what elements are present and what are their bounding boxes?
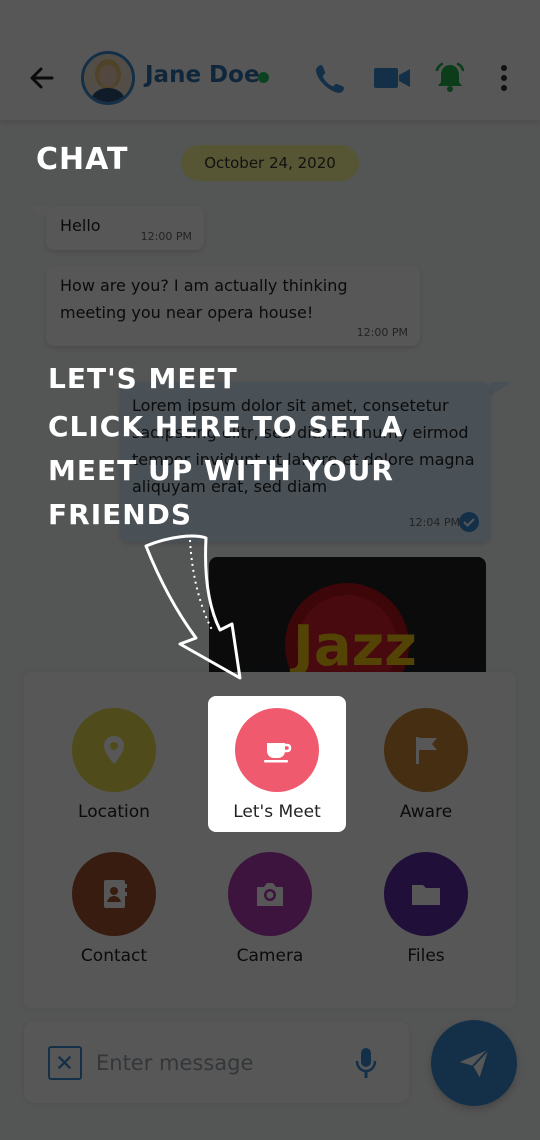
option-label: Aware — [399, 802, 453, 822]
option-files[interactable]: Files — [358, 852, 494, 988]
camera-icon — [257, 883, 283, 906]
option-circle — [72, 708, 156, 792]
close-icon — [57, 1055, 72, 1070]
option-aware[interactable]: Aware — [358, 708, 494, 844]
online-status-dot — [258, 72, 269, 83]
option-circle — [384, 708, 468, 792]
bell-icon — [435, 62, 465, 92]
option-circle — [72, 852, 156, 936]
folder-icon — [412, 885, 440, 905]
more-options-button[interactable] — [486, 60, 522, 96]
option-contact[interactable]: Contact — [46, 852, 182, 988]
bubble-tail — [490, 382, 512, 396]
microphone-icon — [355, 1048, 377, 1078]
phone-icon — [316, 65, 344, 93]
call-button[interactable] — [312, 60, 348, 96]
message-bubble[interactable]: How are you? I am actually thinking meet… — [46, 266, 420, 346]
tutorial-arrow-icon — [144, 534, 242, 680]
option-circle — [384, 852, 468, 936]
video-call-button[interactable] — [372, 60, 412, 96]
message-bubble[interactable]: Hello 12:00 PM — [46, 206, 204, 250]
spotlight-lets-meet-button[interactable]: Let's Meet — [208, 696, 346, 832]
option-label: Contact — [80, 946, 148, 966]
tutorial-title: LET'S MEET — [48, 362, 238, 395]
contact-name[interactable]: Jane Doe — [145, 62, 260, 88]
message-text: Hello — [60, 216, 101, 235]
avatar-image — [84, 54, 132, 102]
video-camera-icon — [374, 68, 410, 88]
voice-record-button[interactable] — [353, 1045, 379, 1081]
message-composer — [24, 1021, 409, 1103]
tutorial-description: CLICK HERE TO SET A MEET UP WITH YOUR FR… — [48, 410, 404, 531]
contact-book-icon — [104, 880, 127, 908]
image-text: Jazz — [289, 614, 417, 679]
close-attachments-button[interactable] — [48, 1046, 82, 1080]
more-vertical-icon — [501, 65, 507, 91]
option-label: Location — [78, 802, 150, 822]
option-lets-meet-highlight: Let's Meet — [209, 708, 345, 844]
message-time: 12:00 PM — [356, 326, 408, 339]
location-pin-icon — [104, 736, 124, 764]
tutorial-screen-label: CHAT — [36, 142, 129, 177]
message-text: How are you? I am actually thinking meet… — [60, 276, 348, 322]
chat-header: Jane Doe — [0, 0, 540, 120]
back-button[interactable] — [26, 62, 58, 94]
message-time: 12:00 PM — [140, 230, 192, 243]
send-button[interactable] — [431, 1020, 517, 1106]
send-icon — [459, 1049, 489, 1078]
date-separator: October 24, 2020 — [181, 145, 359, 181]
chat-screen: Jane Doe October 24, 2020 Hello 12:00 PM… — [0, 0, 540, 1140]
back-arrow-icon — [30, 67, 54, 89]
option-label: Let's Meet — [233, 802, 321, 822]
message-input[interactable] — [96, 1043, 346, 1083]
option-label: Camera — [236, 946, 304, 966]
avatar[interactable] — [81, 51, 135, 105]
flag-icon — [416, 737, 437, 764]
option-camera[interactable]: Camera — [202, 852, 338, 988]
option-label: Files — [407, 946, 445, 966]
option-location[interactable]: Location — [46, 708, 182, 844]
option-circle — [235, 708, 319, 792]
option-circle — [228, 852, 312, 936]
notification-button[interactable] — [432, 60, 468, 96]
coffee-cup-icon — [264, 743, 292, 763]
